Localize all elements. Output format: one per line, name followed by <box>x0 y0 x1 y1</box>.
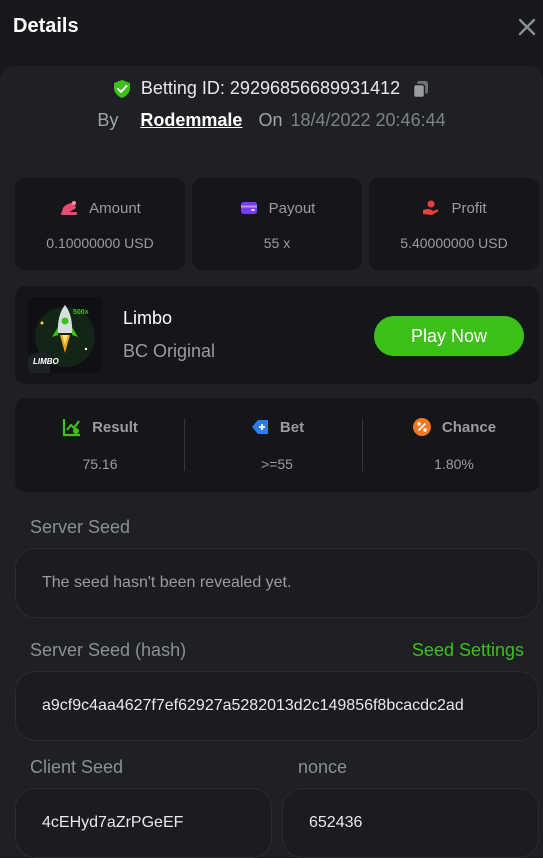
game-card: 500x LIMBO Limbo BC Original Play Now <box>15 286 539 384</box>
bet-value: >=55 <box>261 456 293 472</box>
game-name: Limbo <box>123 308 173 328</box>
user-link[interactable]: Rodemmale <box>140 110 242 131</box>
betting-id-row: Betting ID: 29296856689931412 <box>0 78 543 99</box>
bettor-row: By Rodemmale On 18/4/2022 20:46:44 <box>0 110 543 131</box>
bet-cell: Bet >=55 <box>192 398 362 492</box>
result-value: 75.16 <box>82 456 118 472</box>
client-seed-field[interactable]: 4cEHyd7aZrPGeEF <box>15 788 272 858</box>
divider <box>184 419 185 471</box>
stat-label-amount: Amount <box>89 199 141 217</box>
verified-shield-icon <box>113 79 130 98</box>
details-header: Details <box>0 0 543 58</box>
chance-cell: Chance 1.80% <box>369 398 539 492</box>
game-subtitle: BC Original <box>123 341 216 361</box>
divider <box>362 419 363 471</box>
close-icon[interactable] <box>513 13 541 41</box>
server-seed-hash-label: Server Seed (hash) <box>30 640 187 660</box>
game-thumbnail[interactable]: 500x LIMBO <box>28 297 102 373</box>
stat-label-profit: Profit <box>451 199 487 217</box>
copy-icon[interactable] <box>411 79 431 99</box>
result-chart-icon <box>62 419 81 437</box>
thumb-multiplier: 500x <box>73 309 89 316</box>
coins-icon <box>61 201 78 215</box>
stat-card-profit: Profit 5.40000000 USD <box>369 178 539 270</box>
stat-card-payout: Payout 55 x <box>192 178 362 270</box>
by-label: By <box>97 110 119 130</box>
chance-label: Chance <box>441 418 497 436</box>
bet-label: Bet <box>279 418 305 436</box>
play-now-button[interactable]: Play Now <box>374 316 524 356</box>
page-title: Details <box>13 15 79 37</box>
rocket-icon: 500x LIMBO <box>28 297 102 373</box>
percent-icon <box>412 418 431 436</box>
server-seed-hash-field[interactable]: a9cf9c4aa4627f7ef62927a5282013d2c149856f… <box>15 671 539 741</box>
on-label: On <box>258 110 283 130</box>
wallet-icon <box>240 202 257 214</box>
nonce-field[interactable]: 652436 <box>282 788 539 858</box>
result-cell: Result 75.16 <box>15 398 185 492</box>
stat-card-amount: Amount 0.10000000 USD <box>15 178 185 270</box>
thumb-title: LIMBO <box>33 357 60 366</box>
seed-settings-link[interactable]: Seed Settings <box>412 640 524 661</box>
bet-datetime: 18/4/2022 20:46:44 <box>290 110 446 130</box>
result-bar: Result 75.16 Bet >=55 Chance 1.80% <box>15 398 539 492</box>
betting-id-label: Betting ID: <box>140 78 225 98</box>
server-seed-label: Server Seed <box>30 517 131 537</box>
stat-value-profit: 5.40000000 USD <box>400 235 508 251</box>
stat-value-payout: 55 x <box>263 235 291 251</box>
client-seed-label: Client Seed <box>30 757 124 777</box>
result-label: Result <box>92 418 138 436</box>
stat-value-amount: 0.10000000 USD <box>46 235 154 251</box>
profit-hand-icon <box>423 200 439 215</box>
chance-value: 1.80% <box>434 456 474 472</box>
nonce-label: nonce <box>298 757 348 777</box>
server-seed-field[interactable]: The seed hasn't been revealed yet. <box>15 548 539 618</box>
betting-id-value: 29296856689931412 <box>229 78 401 98</box>
stat-label-payout: Payout <box>268 199 316 217</box>
bet-tag-icon <box>251 420 268 434</box>
